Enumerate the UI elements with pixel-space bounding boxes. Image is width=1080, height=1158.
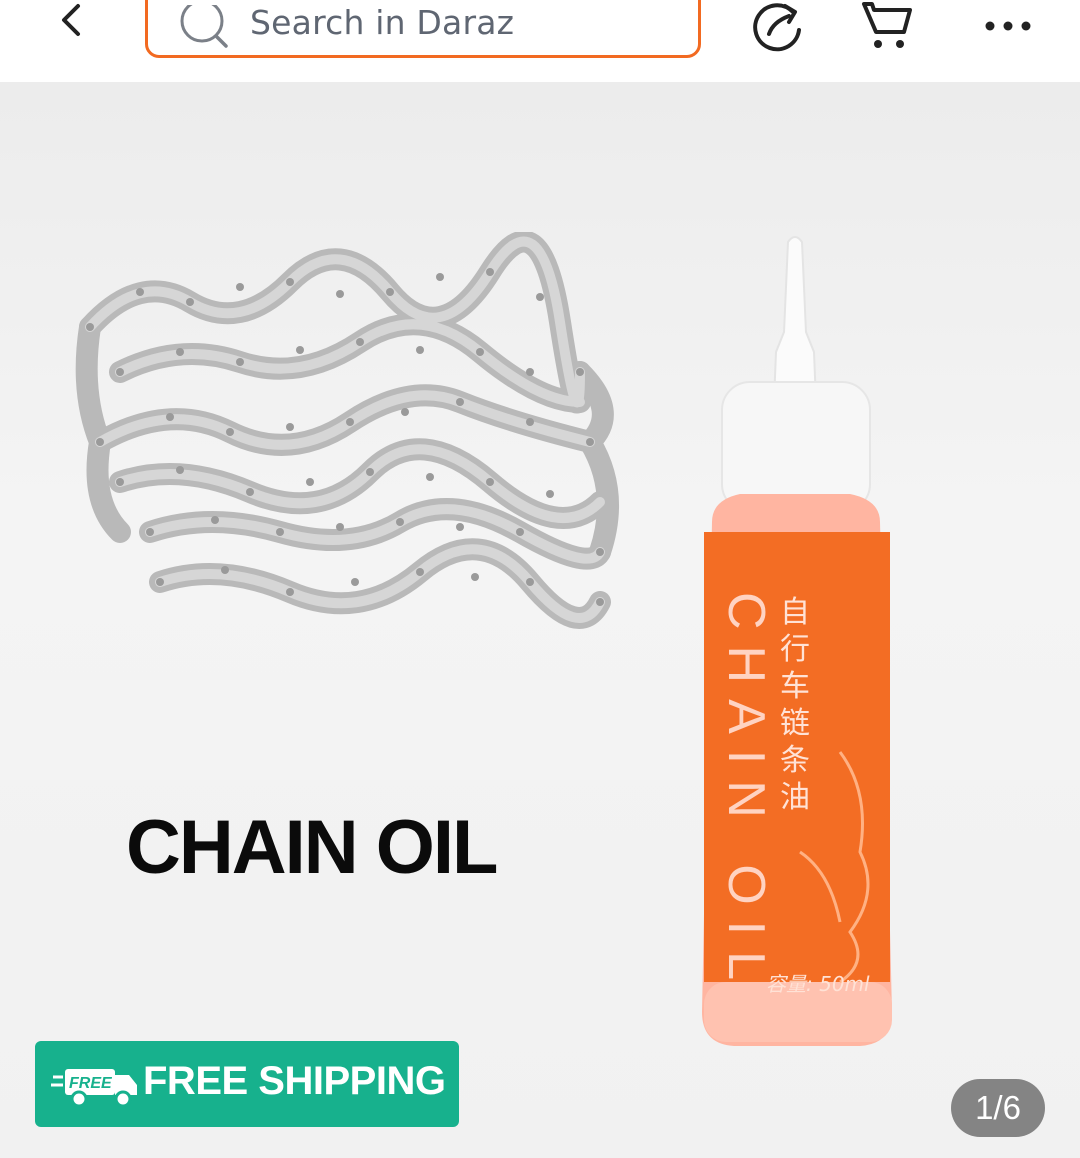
truck-icon: FREE	[51, 1069, 137, 1108]
share-button[interactable]	[748, 0, 808, 52]
more-button[interactable]	[978, 0, 1038, 52]
bottle-label-cn: 自行车链条油	[780, 595, 810, 815]
bottle-label-text: CHAIN OIL	[717, 592, 775, 997]
back-button[interactable]	[48, 0, 94, 46]
search-placeholder: Search in Daraz	[250, 3, 515, 42]
share-icon	[753, 3, 801, 52]
cart-icon	[862, 2, 912, 48]
search-input[interactable]: Search in Daraz	[145, 0, 701, 58]
product-image-gallery[interactable]: CHAIN OIL 自行车链条油 容量: 50ml CHAIN OIL FREE…	[0, 82, 1080, 1158]
free-shipping-label: FREE SHIPPING	[143, 1059, 446, 1103]
product-image: CHAIN OIL 自行车链条油 容量: 50ml CHAIN OIL FREE…	[0, 82, 1080, 1158]
top-bar: Search in Daraz	[0, 0, 1080, 82]
bike-chain-illustration	[75, 232, 619, 629]
cart-button[interactable]	[858, 0, 918, 52]
more-dots-icon	[985, 21, 1031, 31]
chevron-left-icon	[62, 4, 80, 36]
truck-icon-text: FREE	[69, 1075, 113, 1092]
free-shipping-badge[interactable]: FREE FREE SHIPPING	[35, 1041, 459, 1127]
product-headline: CHAIN OIL	[126, 805, 498, 890]
bottle-capacity: 容量: 50ml	[766, 972, 870, 996]
search-icon	[180, 5, 228, 48]
image-counter: 1/6	[951, 1079, 1045, 1137]
